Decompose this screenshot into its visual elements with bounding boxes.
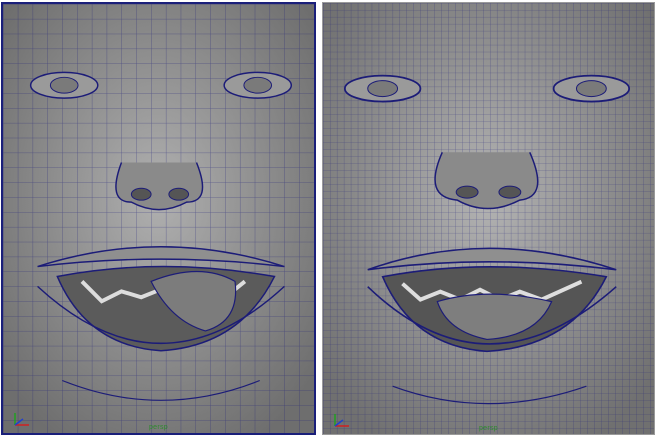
- camera-label: persp: [148, 424, 168, 431]
- viewport-left[interactable]: persp: [1, 2, 316, 435]
- viewport-right[interactable]: persp: [322, 2, 655, 435]
- camera-label: persp: [478, 425, 498, 432]
- face-mesh-low: [3, 4, 314, 433]
- face-mesh-high: [323, 3, 654, 434]
